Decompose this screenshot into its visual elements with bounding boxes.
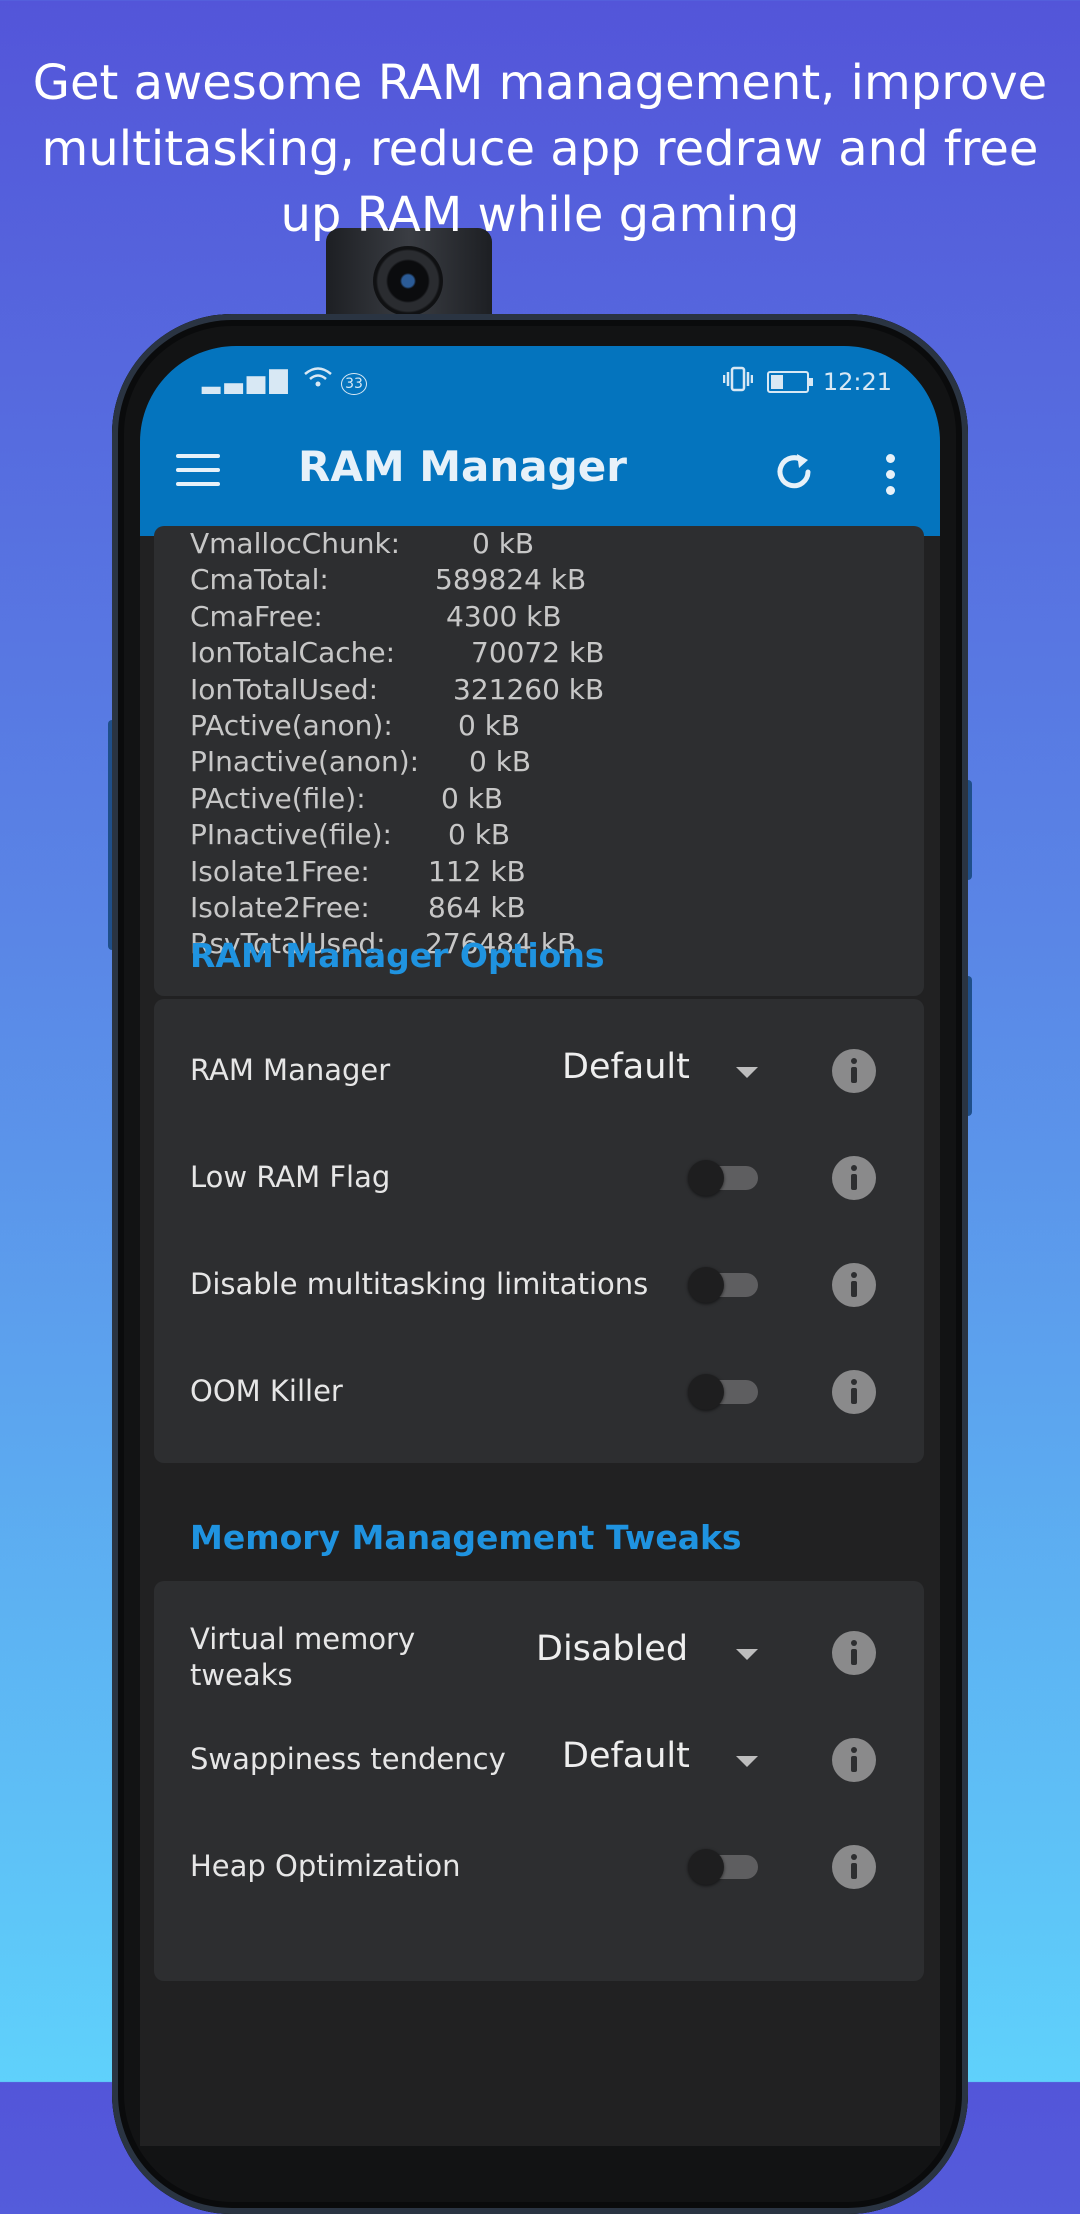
- meminfo-row: PInactive(file): 0 kB: [190, 817, 510, 853]
- status-time: 12:21: [822, 368, 892, 396]
- setting-label: Virtual memory tweaks: [190, 1621, 415, 1693]
- meminfo-row: VmallocChunk: 0 kB: [190, 526, 534, 562]
- toggle-thumb: [688, 1374, 724, 1410]
- section-title-memory-tweaks: Memory Management Tweaks: [190, 1518, 742, 1557]
- meminfo-row: PInactive(anon): 0 kB: [190, 744, 531, 780]
- meminfo-value: 0 kB: [458, 709, 521, 742]
- vibrate-icon: [722, 366, 754, 398]
- setting-row[interactable]: OOM Killer: [154, 1338, 924, 1446]
- meminfo-value: 112 kB: [428, 854, 526, 888]
- app-title: RAM Manager: [298, 442, 627, 491]
- setting-label-line: Virtual memory: [190, 1622, 416, 1656]
- dropdown-arrow-icon[interactable]: [736, 1067, 758, 1078]
- meminfo-key: Isolate1Free:: [190, 854, 370, 888]
- meminfo-row: CmaTotal: 589824 kB: [190, 562, 586, 598]
- setting-toggle[interactable]: [688, 1374, 758, 1410]
- meminfo-value: 4300 kB: [446, 599, 562, 633]
- setting-row[interactable]: Virtual memory tweaks Disabled: [154, 1599, 924, 1707]
- meminfo-key: PInactive(anon):: [190, 745, 420, 779]
- meminfo-key: IonTotalCache:: [190, 636, 396, 670]
- setting-row[interactable]: Low RAM Flag: [154, 1124, 924, 1232]
- app-bar: RAM Manager: [140, 412, 940, 536]
- ram-options-card: RAM Manager Default Low RAM Flag Disable mu…: [154, 999, 924, 1463]
- setting-toggle[interactable]: [688, 1267, 758, 1303]
- dropdown-arrow-icon[interactable]: [736, 1756, 758, 1767]
- setting-dropdown[interactable]: Disabled: [536, 1629, 688, 1669]
- meminfo-row: Isolate1Free: 112 kB: [190, 854, 526, 890]
- meminfo-key: PActive(file):: [190, 781, 366, 815]
- setting-row[interactable]: Disable multitasking limitations: [154, 1231, 924, 1339]
- status-left: ▂▃▅▇ 33: [202, 366, 367, 395]
- meminfo-card: VmallocChunk: 0 kB CmaTotal: 589824 kB CmaFr…: [154, 526, 924, 996]
- setting-label: OOM Killer: [190, 1374, 343, 1408]
- meminfo-key: PInactive(file):: [190, 818, 392, 852]
- dropdown-arrow-icon[interactable]: [736, 1649, 758, 1660]
- meminfo-row: IonTotalUsed: 321260 kB: [190, 672, 604, 708]
- setting-label-line: tweaks: [190, 1658, 293, 1692]
- meminfo-value: 589824 kB: [435, 563, 587, 597]
- setting-label: Low RAM Flag: [190, 1160, 391, 1194]
- toggle-thumb: [688, 1849, 724, 1885]
- info-icon[interactable]: [832, 1631, 876, 1675]
- meminfo-value: 0 kB: [472, 527, 535, 560]
- meminfo-key: IonTotalUsed:: [190, 672, 379, 706]
- info-icon[interactable]: [832, 1049, 876, 1093]
- wifi-icon: [303, 366, 341, 394]
- info-icon[interactable]: [832, 1370, 876, 1414]
- meminfo-value: 321260 kB: [453, 672, 605, 706]
- toggle-thumb: [688, 1160, 724, 1196]
- setting-label: Swappiness tendency: [190, 1742, 506, 1776]
- scroll-content[interactable]: VmallocChunk: 0 kB CmaTotal: 589824 kB CmaFr…: [140, 526, 940, 2146]
- signal-icon: ▂▃▅▇: [202, 366, 292, 394]
- meminfo-value: 0 kB: [448, 818, 511, 852]
- setting-row[interactable]: RAM Manager Default: [154, 1017, 924, 1125]
- toggle-thumb: [688, 1267, 724, 1303]
- setting-label: Disable multitasking limitations: [190, 1267, 649, 1301]
- meminfo-row: IonTotalCache: 70072 kB: [190, 635, 604, 671]
- meminfo-key: VmallocChunk:: [190, 527, 401, 560]
- phone-screen: ▂▃▅▇ 33 12:21 RAM Manager VmallocChunk: 0…: [140, 346, 940, 2146]
- info-icon[interactable]: [832, 1156, 876, 1200]
- refresh-icon[interactable]: [770, 448, 818, 496]
- meminfo-row: PActive(anon): 0 kB: [190, 708, 520, 744]
- setting-toggle[interactable]: [688, 1160, 758, 1196]
- meminfo-row: Isolate2Free: 864 kB: [190, 890, 526, 926]
- meminfo-key: PActive(anon):: [190, 709, 393, 742]
- info-icon[interactable]: [832, 1738, 876, 1782]
- hamburger-icon[interactable]: [176, 454, 220, 486]
- meminfo-key: CmaFree:: [190, 599, 323, 633]
- data-speed-badge: 33: [341, 373, 367, 395]
- setting-dropdown[interactable]: Default: [562, 1736, 690, 1776]
- meminfo-value: 0 kB: [469, 745, 532, 779]
- setting-dropdown[interactable]: Default: [562, 1047, 690, 1087]
- setting-row[interactable]: Heap Optimization: [154, 1813, 924, 1921]
- status-right: 12:21: [722, 366, 892, 398]
- meminfo-value: 0 kB: [441, 781, 504, 815]
- more-vert-icon[interactable]: [886, 454, 896, 495]
- setting-label: Heap Optimization: [190, 1849, 461, 1883]
- meminfo-value: 70072 kB: [471, 636, 605, 670]
- section-title-ram-options: RAM Manager Options: [190, 936, 605, 975]
- meminfo-row: PActive(file): 0 kB: [190, 781, 503, 817]
- battery-icon: [766, 371, 813, 393]
- status-bar: ▂▃▅▇ 33 12:21: [140, 346, 940, 412]
- info-icon[interactable]: [832, 1263, 876, 1307]
- setting-row[interactable]: Swappiness tendency Default: [154, 1706, 924, 1814]
- meminfo-key: CmaTotal:: [190, 563, 329, 597]
- setting-toggle[interactable]: [688, 1849, 758, 1885]
- meminfo-row: CmaFree: 4300 kB: [190, 599, 562, 635]
- camera-lens-icon: [373, 246, 443, 316]
- promo-headline: Get awesome RAM management, improve mult…: [32, 55, 1048, 243]
- setting-label: RAM Manager: [190, 1053, 391, 1087]
- info-icon[interactable]: [832, 1845, 876, 1889]
- meminfo-value: 864 kB: [428, 891, 526, 924]
- memory-tweaks-card: Virtual memory tweaks Disabled Swappiness t…: [154, 1581, 924, 1981]
- meminfo-key: Isolate2Free:: [190, 891, 370, 924]
